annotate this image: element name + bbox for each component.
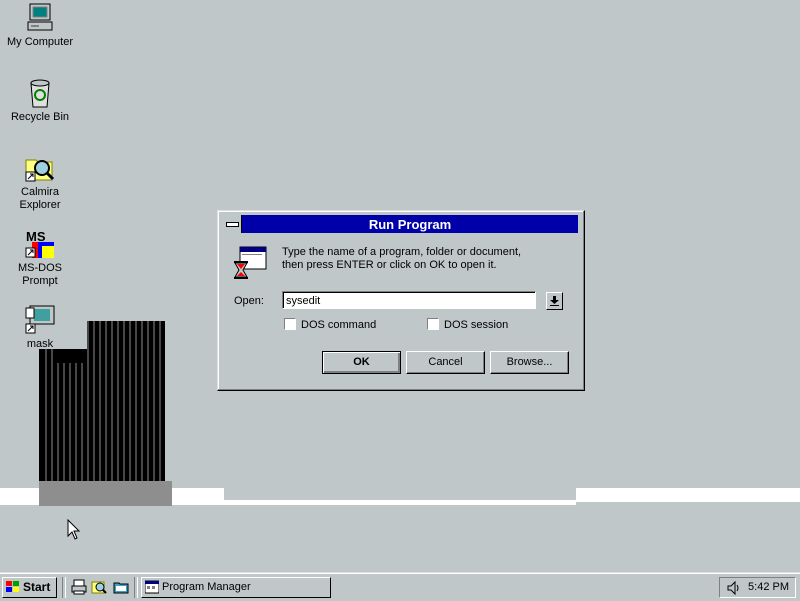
dos-session-label: DOS session [444, 319, 509, 331]
open-input[interactable]: sysedit [282, 291, 536, 309]
desktop-icon-ms-dos-prompt[interactable]: MS MS-DOS Prompt [0, 228, 80, 288]
my-computer-icon [24, 2, 56, 34]
artifact-white-strip-right [576, 488, 800, 502]
magnifier-icon[interactable] [91, 579, 107, 595]
dialog-titlebar[interactable]: Run Program [222, 215, 578, 233]
browse-button[interactable]: Browse... [490, 351, 569, 374]
calmira-explorer-icon [24, 152, 56, 184]
arrow-down-icon [550, 296, 559, 306]
instruction-line-2: then press ENTER or click on OK to open … [282, 259, 497, 271]
system-menu-button[interactable] [222, 215, 242, 233]
ms-dos-prompt-icon: MS [24, 228, 56, 260]
desktop-icon-calmira-explorer[interactable]: Calmira Explorer [0, 152, 80, 212]
system-menu-icon [226, 222, 239, 227]
clock[interactable]: 5:42 PM [748, 581, 789, 593]
dos-session-checkbox-box[interactable] [427, 318, 439, 330]
taskbar-separator [62, 577, 66, 598]
recycle-bin-icon [24, 77, 56, 109]
svg-text:MS: MS [26, 229, 46, 244]
instruction-line-1: Type the name of a program, folder or do… [282, 246, 522, 258]
open-label-text: Open: [234, 295, 264, 307]
dialog-instructions: Type the name of a program, folder or do… [282, 246, 572, 272]
dos-command-checkbox-box[interactable] [284, 318, 296, 330]
dos-command-label: DOS command [301, 319, 377, 331]
start-button[interactable]: Start [2, 577, 57, 598]
taskbar: Start Program Manager 5:42 PM [0, 572, 800, 601]
start-label: Start [23, 580, 51, 594]
artifact-bar-stripes [45, 321, 161, 481]
run-program-icon [234, 245, 268, 281]
mouse-cursor-icon [67, 519, 81, 540]
printer-icon[interactable] [71, 579, 87, 595]
dialog-title: Run Program [368, 217, 452, 232]
task-program-manager[interactable]: Program Manager [141, 577, 331, 598]
desktop-icon-label: Recycle Bin [10, 111, 70, 123]
dos-command-checkbox[interactable]: DOS command [284, 318, 376, 331]
windows-logo-icon [6, 581, 19, 592]
program-manager-icon [145, 580, 159, 594]
desktop-icon-label: My Computer [6, 36, 74, 48]
taskbar-separator [134, 577, 138, 598]
task-label: Program Manager [162, 581, 251, 593]
ok-button[interactable]: OK [322, 351, 401, 374]
speaker-icon[interactable] [726, 580, 742, 596]
system-tray: 5:42 PM [719, 577, 796, 598]
desktop-icon-label: MS-DOS Prompt [18, 262, 62, 287]
desktop-icon-label: Calmira Explorer [19, 186, 61, 211]
run-program-dialog: Run Program Type the name of a program, … [217, 210, 585, 391]
desktop-icon-recycle-bin[interactable]: Recycle Bin [0, 77, 80, 124]
open-label: Open: [234, 295, 264, 307]
folder-icon[interactable] [113, 579, 129, 595]
open-history-dropdown-button[interactable] [546, 292, 563, 310]
dos-session-checkbox[interactable]: DOS session [427, 318, 508, 331]
desktop-icon-my-computer[interactable]: My Computer [0, 2, 80, 49]
cancel-button[interactable]: Cancel [406, 351, 485, 374]
artifact-white-strip-mid [224, 500, 576, 505]
